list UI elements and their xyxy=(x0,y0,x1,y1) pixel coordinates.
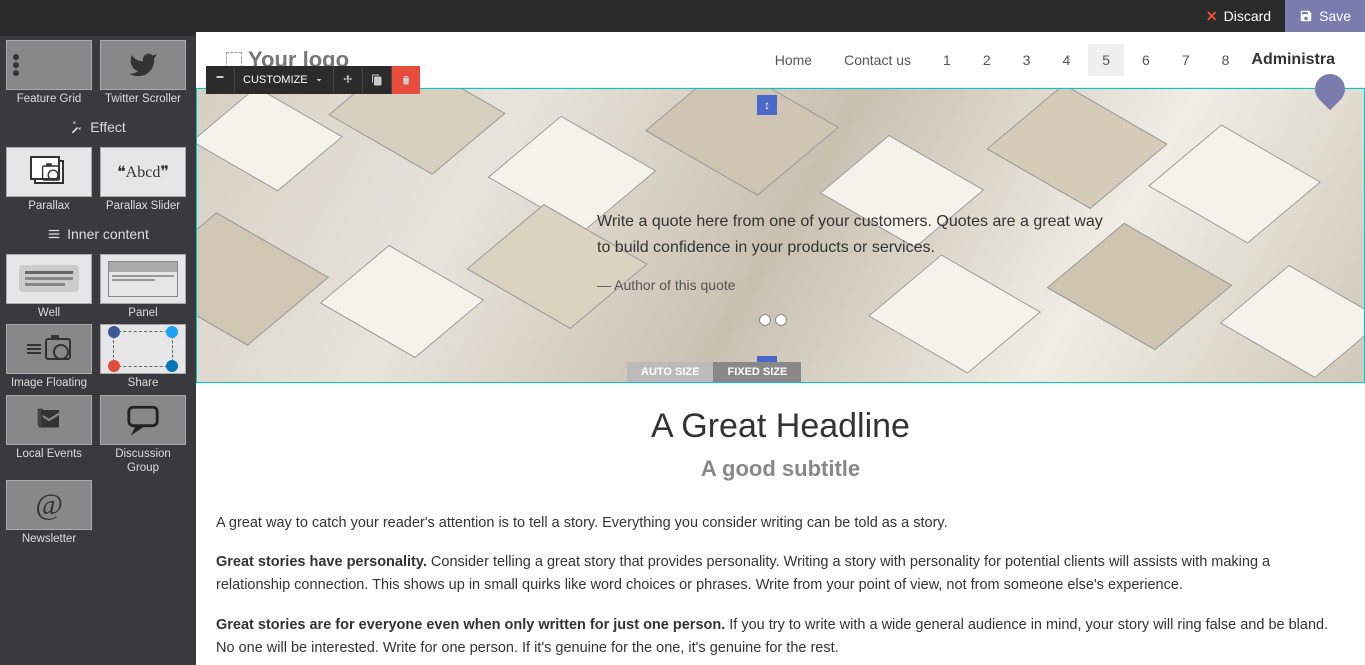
fixed-size-button[interactable]: FIXED SIZE xyxy=(713,362,801,382)
move-icon xyxy=(342,74,354,86)
section-inner-title: Inner content xyxy=(0,218,196,250)
wand-icon xyxy=(70,120,84,134)
tile-twitter-scroller[interactable]: Twitter Scroller xyxy=(98,40,188,107)
nav-link-5[interactable]: 5 xyxy=(1088,44,1124,76)
paragraph-3[interactable]: Great stories are for everyone even when… xyxy=(216,614,1345,660)
tile-local-events[interactable]: Local Events xyxy=(4,395,94,476)
subtitle[interactable]: A good subtitle xyxy=(216,456,1345,482)
nav-link-2[interactable]: 2 xyxy=(969,44,1005,76)
editor-canvas[interactable]: Your logo HomeContact us12345678 Adminis… xyxy=(196,32,1365,665)
move-button[interactable] xyxy=(334,66,363,94)
nav-link-7[interactable]: 7 xyxy=(1168,44,1204,76)
close-icon: ✕ xyxy=(1206,8,1218,25)
thumb-newsletter: @ xyxy=(6,480,92,530)
thumb-well xyxy=(6,254,92,304)
quote-text[interactable]: Write a quote here from one of your cust… xyxy=(597,209,1117,297)
clone-button[interactable] xyxy=(363,66,392,94)
tile-label: Parallax xyxy=(28,200,70,214)
trash-icon xyxy=(400,74,412,86)
thumb-share xyxy=(100,324,186,374)
paragraph-2[interactable]: Great stories have personality. Consider… xyxy=(216,551,1345,597)
section-effect-title: Effect xyxy=(0,111,196,143)
customize-button[interactable]: CUSTOMIZE xyxy=(235,66,334,94)
tile-label: Feature Grid xyxy=(17,93,82,107)
tile-feature-grid[interactable]: Feature Grid xyxy=(4,40,94,107)
tile-newsletter[interactable]: @ Newsletter xyxy=(4,480,94,547)
auto-size-button[interactable]: AUTO SIZE xyxy=(627,362,713,382)
discard-button[interactable]: ✕ Discard xyxy=(1192,0,1285,32)
nav-links: HomeContact us12345678 xyxy=(761,44,1244,76)
tile-parallax-slider[interactable]: ❝Abcd❞ Parallax Slider xyxy=(98,147,188,214)
nav-link-3[interactable]: 3 xyxy=(1009,44,1045,76)
tile-panel[interactable]: Panel xyxy=(98,254,188,321)
tile-label: Newsletter xyxy=(22,533,76,547)
thumb-parallax-slider: ❝Abcd❞ xyxy=(100,147,186,197)
tile-discussion-group[interactable]: Discussion Group xyxy=(98,395,188,476)
tile-image-floating[interactable]: Image Floating xyxy=(4,324,94,391)
blocks-sidebar: Add blocks Feature Grid Twitter Scroller… xyxy=(0,0,196,665)
thumb-feature-grid xyxy=(6,40,92,90)
section-inner-tiles: Well Panel Image Floating Share Local Ev… xyxy=(0,250,196,551)
section-effect-tiles: Parallax ❝Abcd❞ Parallax Slider xyxy=(0,143,196,218)
list-icon xyxy=(47,227,61,241)
thumb-local-events xyxy=(6,395,92,445)
carousel-dots[interactable] xyxy=(759,314,787,326)
size-toggle: AUTO SIZE FIXED SIZE xyxy=(627,362,801,382)
top-bar: ✕ Discard Save xyxy=(0,0,1365,32)
nav-link-4[interactable]: 4 xyxy=(1048,44,1084,76)
tile-label: Share xyxy=(128,377,159,391)
tile-label: Twitter Scroller xyxy=(105,93,181,107)
copy-icon xyxy=(371,74,383,86)
tile-label: Panel xyxy=(128,307,157,321)
tile-label: Well xyxy=(38,307,60,321)
tile-well[interactable]: Well xyxy=(4,254,94,321)
nav-link-1[interactable]: 1 xyxy=(929,44,965,76)
nav-link-8[interactable]: 8 xyxy=(1208,44,1244,76)
tile-label: Parallax Slider xyxy=(106,200,180,214)
tile-label: Discussion Group xyxy=(98,448,188,476)
save-button[interactable]: Save xyxy=(1285,0,1365,32)
thumb-image-floating xyxy=(6,324,92,374)
chevron-down-icon xyxy=(313,74,325,86)
paragraph-1[interactable]: A great way to catch your reader's atten… xyxy=(216,512,1345,535)
nav-link-6[interactable]: 6 xyxy=(1128,44,1164,76)
block-type-button[interactable] xyxy=(206,66,235,94)
save-label: Save xyxy=(1319,8,1351,24)
section-0-tiles: Feature Grid Twitter Scroller xyxy=(0,36,196,111)
resize-handle-top[interactable]: ↕ xyxy=(757,95,777,115)
admin-menu[interactable]: Administra xyxy=(1251,51,1335,69)
thumb-twitter-scroller xyxy=(100,40,186,90)
delete-button[interactable] xyxy=(392,66,420,94)
nav-link-home[interactable]: Home xyxy=(761,44,826,76)
thumb-discussion-group xyxy=(100,395,186,445)
headline[interactable]: A Great Headline xyxy=(216,407,1345,446)
discard-label: Discard xyxy=(1224,8,1271,24)
tile-share[interactable]: Share xyxy=(98,324,188,391)
content-block[interactable]: A Great Headline A good subtitle A great… xyxy=(196,383,1365,665)
tile-label: Local Events xyxy=(16,448,82,462)
nav-link-contact-us[interactable]: Contact us xyxy=(830,44,925,76)
thumb-panel xyxy=(100,254,186,304)
block-edit-toolbar: CUSTOMIZE xyxy=(206,66,420,94)
quote-author: — Author of this quote xyxy=(597,274,1117,296)
tile-label: Image Floating xyxy=(11,377,87,391)
tile-parallax[interactable]: Parallax xyxy=(4,147,94,214)
hero-block[interactable]: ↕ Write a quote here from one of your cu… xyxy=(196,88,1365,383)
thumb-parallax xyxy=(6,147,92,197)
save-icon xyxy=(1299,9,1313,23)
